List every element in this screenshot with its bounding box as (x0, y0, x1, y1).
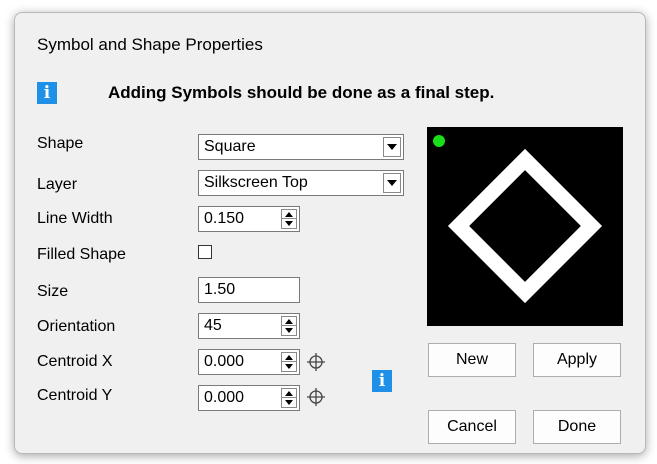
orientation-value: 45 (204, 317, 222, 334)
new-button[interactable]: New (428, 343, 516, 377)
dialog-window: Symbol and Shape Properties i Adding Sym… (14, 12, 646, 454)
layer-select[interactable]: Silkscreen Top (198, 170, 404, 196)
shape-value: Square (204, 138, 256, 155)
info-message: Adding Symbols should be done as a final… (108, 83, 495, 102)
filled-shape-label: Filled Shape (37, 246, 126, 263)
centroid-y-label: Centroid Y (37, 387, 113, 404)
centroid-y-value: 0.000 (204, 389, 245, 406)
square-shape (447, 148, 603, 304)
chevron-down-icon[interactable] (383, 137, 401, 157)
size-input[interactable]: 1.50 (198, 277, 300, 303)
shape-select[interactable]: Square (198, 134, 404, 160)
orientation-stepper[interactable]: 45 (198, 313, 300, 339)
spin-buttons[interactable] (281, 388, 297, 408)
done-button[interactable]: Done (533, 410, 621, 444)
origin-marker (433, 135, 445, 147)
chevron-down-icon[interactable] (383, 173, 401, 193)
orientation-label: Orientation (37, 318, 116, 335)
spin-buttons[interactable] (281, 209, 297, 229)
shape-label: Shape (37, 135, 84, 152)
centroid-x-label: Centroid X (37, 353, 113, 370)
info-icon: i (37, 82, 57, 104)
spin-buttons[interactable] (281, 352, 297, 372)
filled-shape-checkbox[interactable] (198, 245, 212, 259)
centroid-x-stepper[interactable]: 0.000 (198, 349, 300, 375)
apply-button[interactable]: Apply (533, 343, 621, 377)
line-width-label: Line Width (37, 210, 113, 227)
preview-canvas (433, 135, 603, 304)
info-icon[interactable]: i (372, 370, 392, 392)
layer-value: Silkscreen Top (204, 174, 308, 191)
line-width-stepper[interactable]: 0.150 (198, 206, 300, 232)
centroid-x-value: 0.000 (204, 353, 245, 370)
crosshair-icon[interactable] (306, 352, 326, 372)
shape-preview (427, 127, 623, 326)
line-width-value: 0.150 (204, 210, 245, 227)
size-label: Size (37, 283, 69, 300)
spin-buttons[interactable] (281, 316, 297, 336)
cancel-button[interactable]: Cancel (428, 410, 516, 444)
layer-label: Layer (37, 176, 78, 193)
dialog-title: Symbol and Shape Properties (37, 35, 263, 54)
crosshair-icon[interactable] (306, 387, 326, 407)
centroid-y-stepper[interactable]: 0.000 (198, 385, 300, 411)
